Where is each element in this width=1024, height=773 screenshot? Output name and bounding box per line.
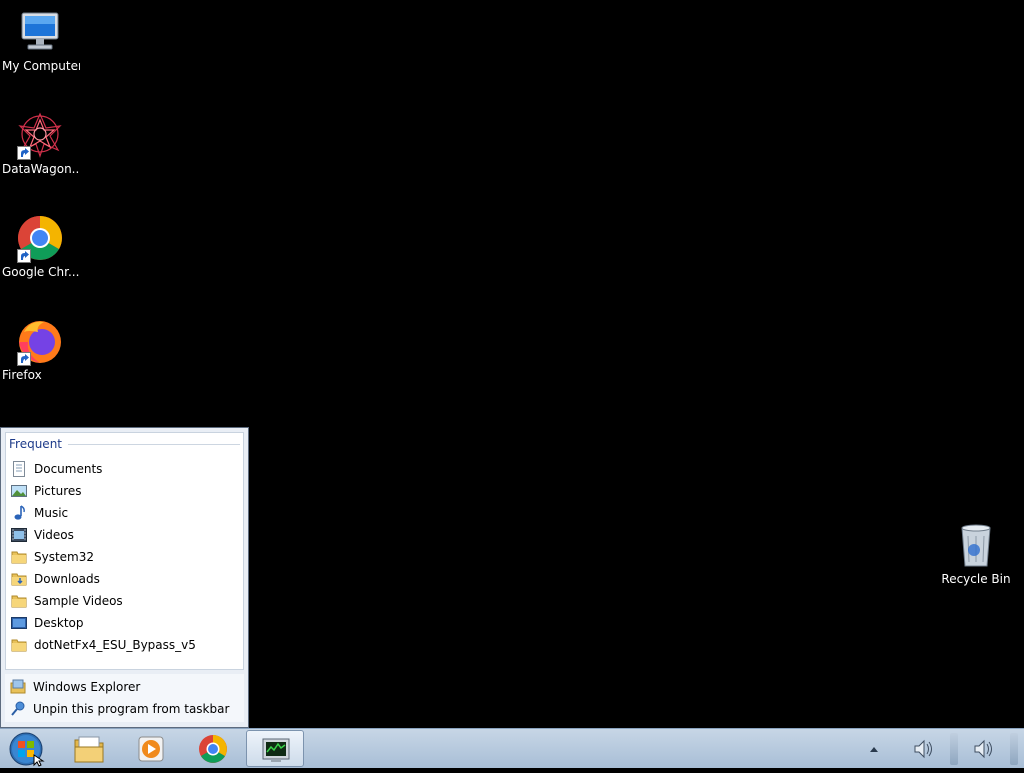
desktop-icon-firefox[interactable]: Firefox — [2, 318, 80, 382]
desktop: My Computer DataWagon.... Google Chr... … — [0, 0, 1024, 728]
taskbar-windows-explorer[interactable] — [60, 730, 118, 767]
taskbar-task-manager[interactable] — [246, 730, 304, 767]
desktop-icon-label: Google Chr... — [2, 265, 80, 279]
jump-list-task-windows-explorer[interactable]: Windows Explorer — [8, 676, 238, 698]
jump-list-item-label: Sample Videos — [34, 594, 123, 608]
desktop-icon-google-chrome[interactable]: Google Chr... — [2, 215, 80, 279]
jump-list-item-label: Desktop — [34, 616, 84, 630]
jump-list-item-sample-videos[interactable]: Sample Videos — [9, 590, 239, 612]
pictures-icon — [11, 483, 27, 499]
volume-button[interactable] — [908, 729, 938, 769]
start-button[interactable] — [6, 731, 46, 767]
media-player-icon — [138, 736, 164, 762]
desktop-icon-label: Recycle Bin — [941, 572, 1011, 586]
windows-logo-icon — [9, 732, 45, 767]
taskbar-chrome[interactable] — [184, 730, 242, 767]
jump-list-item-documents[interactable]: Documents — [9, 458, 239, 480]
jump-list-section-title: Frequent — [9, 437, 62, 451]
jump-list-item-music[interactable]: Music — [9, 502, 239, 524]
downloads-folder-icon — [11, 571, 27, 587]
desktop-icon-recycle-bin[interactable]: Recycle Bin — [936, 522, 1016, 586]
recycle-bin-icon — [952, 522, 1000, 570]
desktop-icon-label: DataWagon.... — [2, 162, 80, 176]
jump-list-frequent-panel: Frequent Documents Pictures Music Videos… — [5, 432, 244, 670]
show-hidden-icons-button[interactable] — [862, 729, 886, 769]
documents-icon — [11, 461, 27, 477]
music-icon — [11, 505, 27, 521]
jump-list-task-label: Unpin this program from taskbar — [33, 702, 230, 716]
shortcut-arrow-icon — [17, 352, 31, 366]
jump-list-task-label: Windows Explorer — [33, 680, 141, 694]
jump-list-item-label: Music — [34, 506, 69, 520]
show-desktop-button[interactable] — [1010, 733, 1018, 765]
folder-icon — [74, 736, 104, 763]
jump-list-item-label: dotNetFx4_ESU_Bypass_v5 — [34, 638, 196, 652]
shortcut-arrow-icon — [17, 146, 31, 160]
jump-list-item-label: Documents — [34, 462, 103, 476]
computer-icon — [16, 9, 64, 57]
jump-list-item-label: Videos — [34, 528, 74, 542]
folder-icon — [11, 637, 27, 653]
speaker-icon — [974, 739, 992, 759]
jump-list-item-pictures[interactable]: Pictures — [9, 480, 239, 502]
jump-list-item-dotnetfx4-esu-bypass[interactable]: dotNetFx4_ESU_Bypass_v5 — [9, 634, 239, 656]
task-manager-icon — [262, 738, 290, 762]
taskbar-media-player[interactable] — [122, 730, 180, 767]
taskbar-jump-list: Frequent Documents Pictures Music Videos… — [0, 427, 249, 728]
tray-separator — [950, 733, 958, 765]
chrome-icon — [199, 735, 227, 763]
speaker-icon — [914, 739, 932, 759]
jump-list-task-unpin[interactable]: Unpin this program from taskbar — [8, 698, 238, 720]
jump-list-item-label: Downloads — [34, 572, 100, 586]
jump-list-item-system32[interactable]: System32 — [9, 546, 239, 568]
jump-list-item-label: Pictures — [34, 484, 82, 498]
shortcut-arrow-icon — [17, 249, 31, 263]
unpin-icon — [10, 701, 26, 717]
windows-explorer-icon — [10, 679, 26, 695]
datawagon-icon — [16, 112, 64, 160]
desktop-icon-datawagon[interactable]: DataWagon.... — [2, 112, 80, 176]
section-divider — [68, 444, 240, 445]
folder-icon — [11, 593, 27, 609]
taskbar — [0, 728, 1024, 768]
desktop-icon-label: My Computer — [2, 59, 80, 73]
chrome-icon — [16, 215, 64, 263]
volume-button-2[interactable] — [968, 729, 998, 769]
videos-icon — [11, 527, 27, 543]
jump-list-item-downloads[interactable]: Downloads — [9, 568, 239, 590]
jump-list-tasks: Windows Explorer Unpin this program from… — [5, 674, 244, 722]
firefox-icon — [16, 318, 64, 366]
desktop-icon-my-computer[interactable]: My Computer — [2, 9, 80, 73]
jump-list-item-videos[interactable]: Videos — [9, 524, 239, 546]
folder-icon — [11, 549, 27, 565]
jump-list-item-label: System32 — [34, 550, 95, 564]
jump-list-item-desktop[interactable]: Desktop — [9, 612, 239, 634]
desktop-icon-label: Firefox — [2, 368, 42, 382]
desktop-icon — [11, 615, 27, 631]
triangle-up-icon — [870, 747, 878, 752]
